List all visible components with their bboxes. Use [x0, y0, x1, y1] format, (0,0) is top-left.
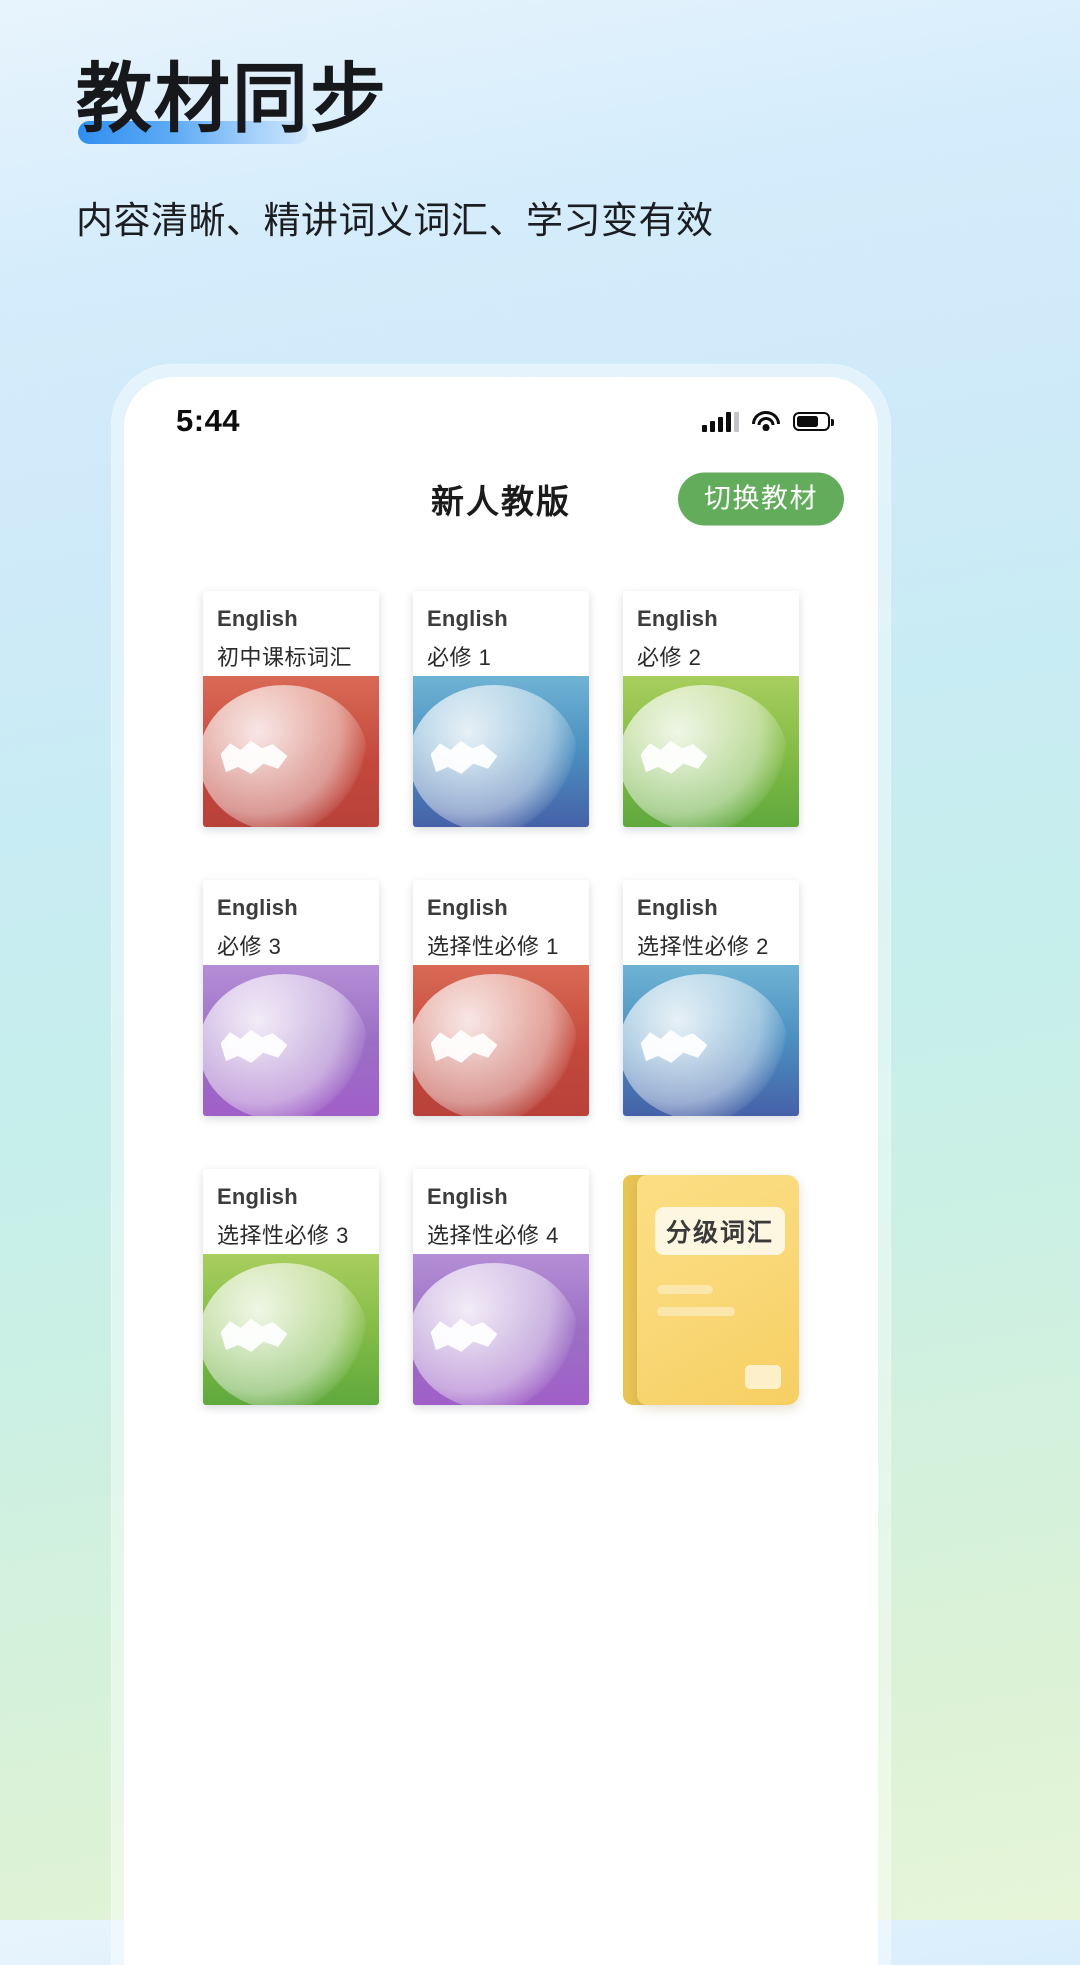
book-card[interactable]: English 必修 1 — [413, 591, 589, 827]
book-card[interactable]: English 选择性必修 1 — [413, 880, 589, 1116]
book-language-label: English — [637, 895, 718, 920]
graded-vocabulary-plate: 分级词汇 — [655, 1207, 785, 1255]
phone-screen: 5:44 新人教版 切换教材 English 初中课标词汇 English 必修… — [124, 377, 878, 1965]
book-card[interactable]: English 必修 2 — [623, 591, 799, 827]
book-language-label: English — [217, 895, 298, 920]
wifi-icon — [752, 410, 780, 432]
status-icons — [702, 410, 834, 432]
book-card[interactable]: English 选择性必修 2 — [623, 880, 799, 1116]
status-bar: 5:44 — [124, 377, 878, 451]
phone-mockup: 5:44 新人教版 切换教材 English 初中课标词汇 English 必修… — [112, 365, 890, 1965]
book-volume-label: 选择性必修 3 — [217, 1222, 349, 1248]
book-volume-label: 初中课标词汇 — [217, 644, 353, 670]
book-volume-label: 必修 1 — [427, 644, 492, 670]
status-time: 5:44 — [176, 403, 241, 438]
book-card[interactable]: English 必修 3 — [203, 880, 379, 1116]
book-language-label: English — [427, 895, 508, 920]
app-header: 新人教版 切换教材 — [124, 451, 878, 547]
book-card[interactable]: English 选择性必修 4 — [413, 1169, 589, 1405]
book-language-label: English — [217, 606, 298, 631]
page-title: 教材同步 — [76, 58, 388, 142]
hero-section: 教材同步 内容清晰、精讲词义词汇、学习变有效 — [76, 62, 996, 244]
graded-vocabulary-label: 分级词汇 — [665, 1219, 774, 1247]
page-subtitle: 内容清晰、精讲词义词汇、学习变有效 — [76, 201, 714, 242]
graded-vocabulary-card[interactable]: 分级词汇 — [623, 1169, 799, 1405]
battery-icon — [793, 411, 834, 431]
book-grid: English 初中课标词汇 English 必修 1 English 必修 2… — [124, 547, 878, 1405]
placeholder-line — [657, 1285, 713, 1294]
book-language-label: English — [637, 606, 718, 631]
book-volume-label: 选择性必修 2 — [637, 933, 769, 959]
book-language-label: English — [427, 606, 508, 631]
textbook-version-title: 新人教版 — [431, 483, 571, 520]
book-volume-label: 必修 3 — [217, 933, 282, 959]
book-volume-label: 选择性必修 1 — [427, 933, 559, 959]
signal-icon — [702, 411, 739, 432]
book-volume-label: 必修 2 — [637, 644, 702, 670]
switch-textbook-button[interactable]: 切换教材 — [678, 472, 844, 526]
placeholder-chip — [745, 1365, 781, 1389]
book-body: 分级词汇 — [637, 1175, 799, 1405]
book-language-label: English — [427, 1184, 508, 1209]
book-card[interactable]: English 选择性必修 3 — [203, 1169, 379, 1405]
page-title-wrap: 教材同步 — [76, 58, 388, 144]
placeholder-line — [657, 1307, 735, 1316]
book-volume-label: 选择性必修 4 — [427, 1222, 559, 1248]
book-language-label: English — [217, 1184, 298, 1209]
book-card[interactable]: English 初中课标词汇 — [203, 591, 379, 827]
